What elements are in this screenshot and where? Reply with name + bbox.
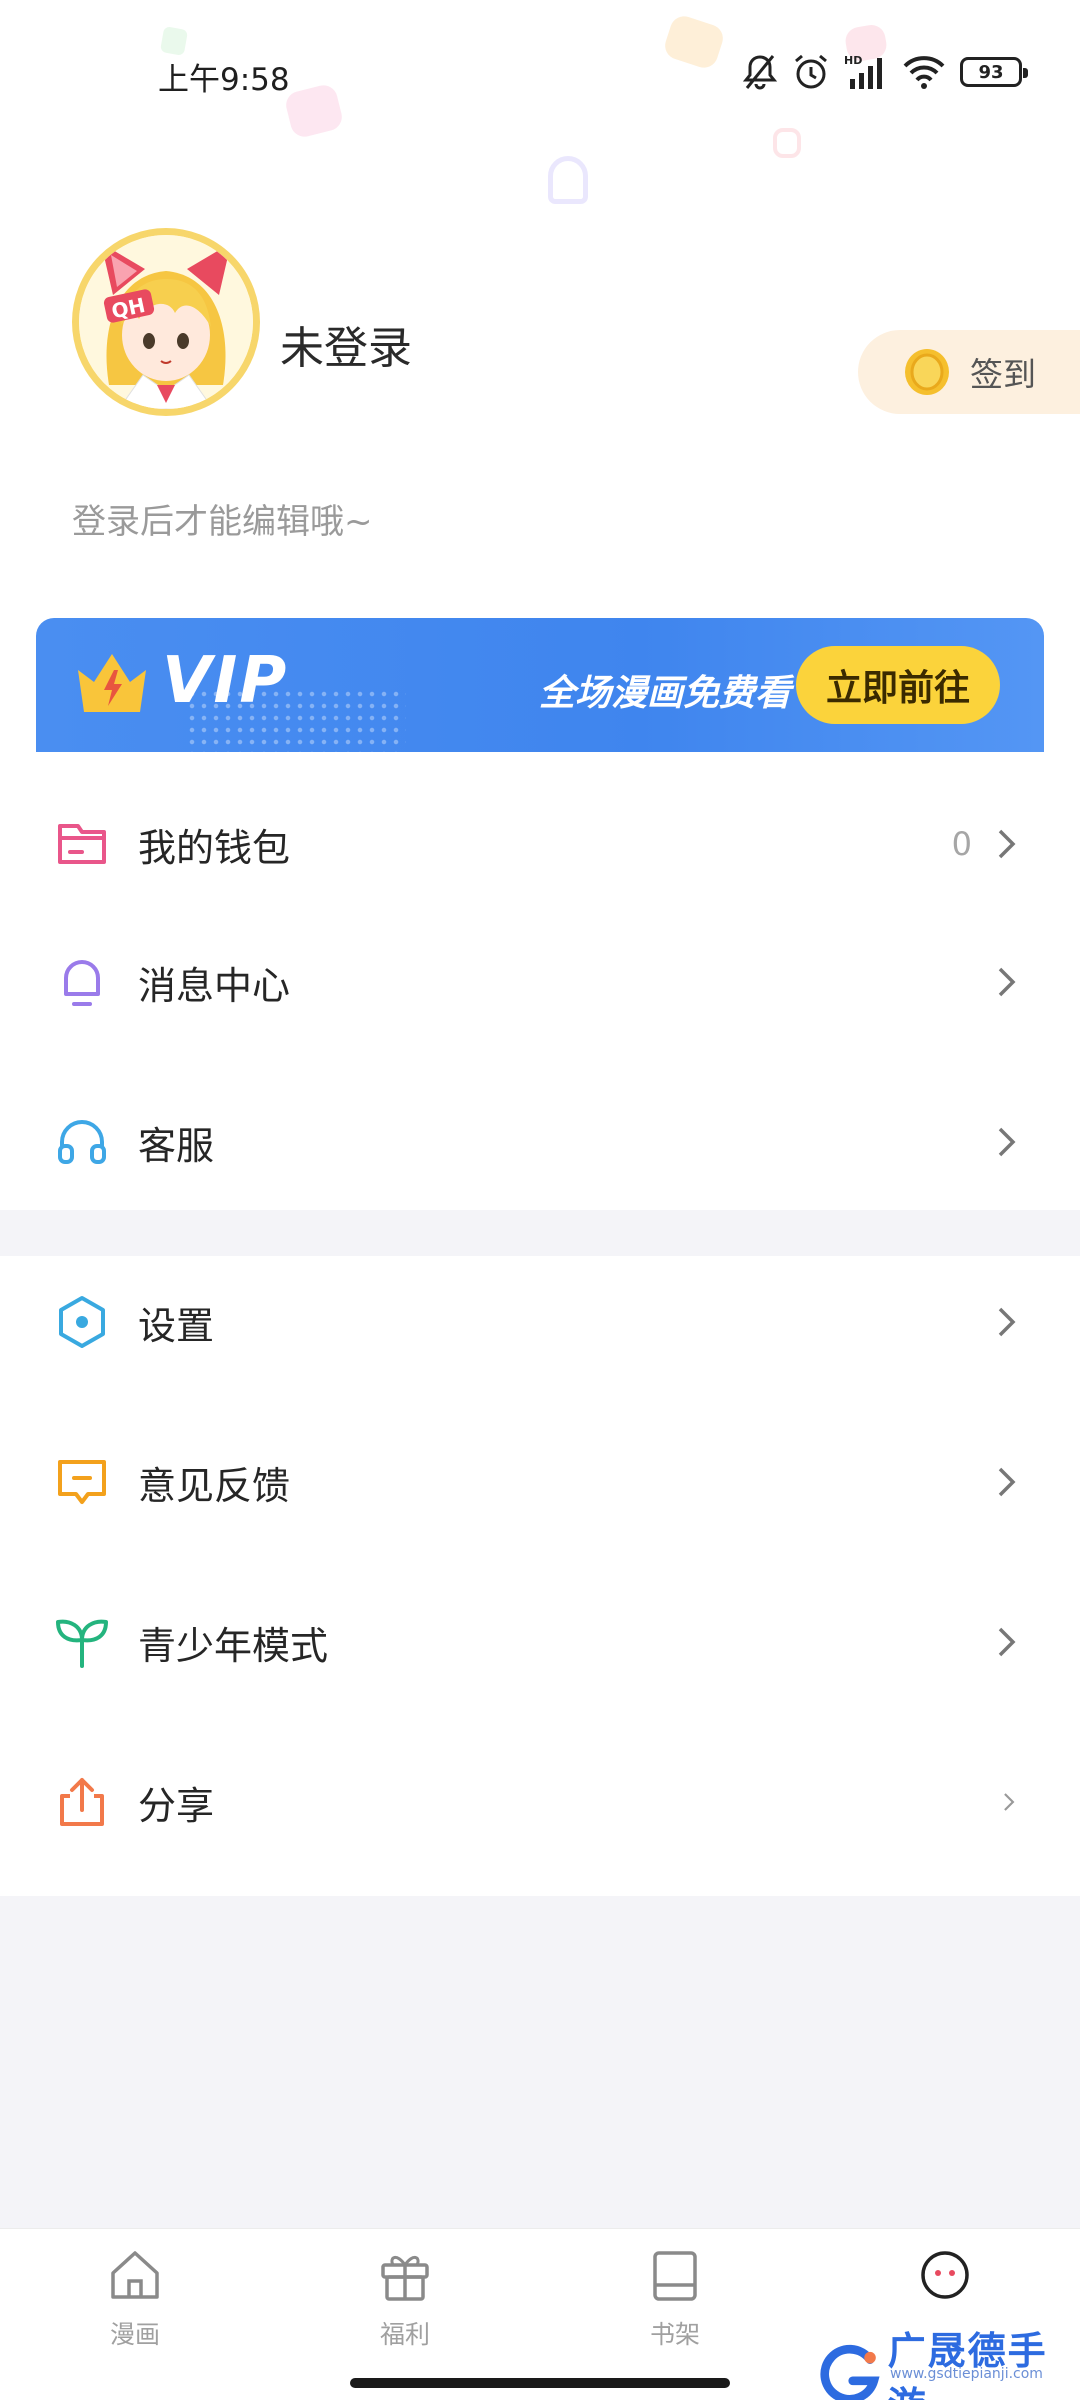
wallet-balance: 0 [951,825,972,863]
svg-text:HD: HD [844,54,862,67]
bookshelf-icon [653,2251,697,2301]
menu-item-settings[interactable]: 设置 [0,1262,1080,1382]
menu-label: 分享 [138,1783,215,1828]
coin-icon [905,349,949,395]
menu-item-wallet[interactable]: 我的钱包 0 [0,784,1080,904]
menu-item-teen-mode[interactable]: 青少年模式 [0,1582,1080,1702]
status-icons: HD 93 [742,50,1028,94]
menu-label: 意见反馈 [138,1463,291,1508]
home-indicator[interactable] [350,2378,730,2388]
menu-label: 设置 [138,1303,215,1348]
chevron-right-icon [998,967,1016,997]
menu-item-customer-service[interactable]: 客服 [0,1082,1080,1202]
home-icon [111,2251,159,2299]
chevron-right-icon [998,1127,1016,1157]
wallet-icon [58,824,106,864]
menu-item-share[interactable]: 分享 [0,1742,1080,1862]
headset-icon [58,1120,106,1164]
crown-icon [78,654,146,712]
wifi-icon [903,56,945,89]
avatar[interactable]: QH [72,228,260,416]
gift-icon [381,2256,429,2301]
tab-benefits[interactable]: 福利 [330,2247,480,2377]
feedback-icon [58,1460,106,1504]
battery-icon: 93 [960,57,1028,87]
menu-item-feedback[interactable]: 意见反馈 [0,1422,1080,1542]
menu-label: 消息中心 [138,963,291,1008]
tab-bookshelf[interactable]: 书架 [600,2247,750,2377]
decor-shape [661,12,727,72]
menu-label: 客服 [138,1123,215,1168]
decor-shape [548,156,588,204]
profile-face-icon [921,2251,969,2299]
chevron-right-icon [998,1467,1016,1497]
vip-banner[interactable]: VIP 全场漫画免费看 立即前往 [36,618,1044,752]
chevron-right-icon [998,1627,1016,1657]
username[interactable]: 未登录 [280,312,412,376]
watermark-sub: www.gsdtiepianji.com [890,2366,1043,2382]
bell-icon [64,960,100,1006]
hd-signal-icon: HD [844,54,882,89]
alarm-icon [795,54,827,89]
battery-level: 93 [978,61,1004,83]
sprout-icon [56,1619,108,1668]
settings-hexagon-icon [59,1296,105,1348]
vip-title: VIP [162,644,289,718]
tab-label: 福利 [379,2320,430,2349]
tab-label: 漫画 [109,2320,160,2349]
menu-label: 我的钱包 [138,825,291,870]
decor-shape [773,128,801,158]
menu-group-account: 我的钱包 0 消息中心 客服 [0,752,1080,1210]
chevron-right-icon [998,829,1016,859]
decor-shape [159,26,189,56]
vip-go-button[interactable]: 立即前往 [796,646,1000,724]
vip-tagline: 全场漫画免费看 [539,673,792,714]
watermark-g-icon [820,2344,880,2400]
decor-shape [283,82,345,140]
menu-item-messages[interactable]: 消息中心 [0,922,1080,1042]
bio-text: 登录后才能编辑哦~ [72,502,373,542]
signin-button[interactable]: 签到 [858,330,1080,414]
mute-bell-icon [742,55,778,90]
watermark-logo: 广晟德手游 www.gsdtiepianji.com [820,2320,1080,2400]
anime-cat-girl-avatar: QH [79,235,253,409]
chevron-right-icon [998,1307,1016,1337]
profile-header: 上午9:58 HD 93 QH 未登录 签到 登录后才能编辑哦~ VIP 全场漫… [0,0,1080,790]
chevron-right-icon [1004,1793,1015,1811]
status-time: 上午9:58 [158,62,290,98]
share-icon [60,1778,104,1826]
menu-label: 青少年模式 [138,1623,329,1668]
watermark-text: 广晟德手游 [887,2329,1048,2400]
signin-label: 签到 [970,355,1036,394]
tab-label: 书架 [649,2320,700,2349]
menu-group-settings: 设置 意见反馈 青少年模式 分享 [0,1256,1080,1896]
tab-comics[interactable]: 漫画 [60,2247,210,2377]
